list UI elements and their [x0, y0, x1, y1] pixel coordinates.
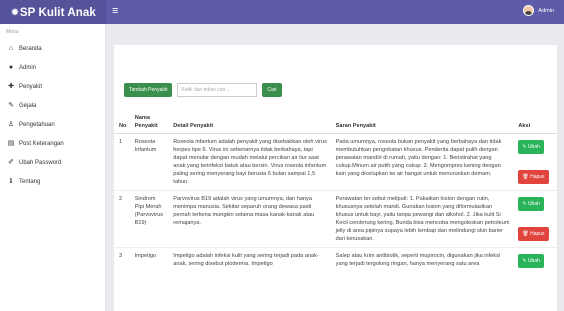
cell-no: 1 [114, 133, 131, 191]
sidebar-item-beranda[interactable]: ⌂ Beranda [0, 39, 105, 58]
cell-saran: Perawatan ter sebut meliputi: 1. Pakaika… [331, 190, 515, 248]
sidebar-item-label: Tentang [19, 178, 41, 185]
edit-label: Ubah [527, 258, 540, 264]
delete-label: Hapus [530, 231, 545, 237]
sidebar-item-label: Admin [19, 64, 37, 71]
search-button[interactable]: Cari [262, 83, 282, 97]
sidebar-item-label: Post Keterangan [19, 140, 64, 147]
cell-nama: Roseola Infantum [130, 133, 170, 191]
toolbar: Tambah Penyakit Ketik dan tekan cari... … [124, 83, 282, 97]
delete-button[interactable]: 🗑 Hapus [518, 227, 549, 241]
menu-toggle-icon[interactable]: ≡ [112, 5, 118, 17]
cell-aksi: ✎ Ubah 🗑 Hapus [514, 190, 557, 248]
sidebar-item-label: Gejala [19, 102, 37, 109]
column-header-nama: Nama Penyakit [130, 111, 170, 134]
cell-aksi: ✎ Ubah [514, 247, 557, 272]
edit-button[interactable]: ✎ Ubah [518, 197, 544, 211]
info-icon: ℹ [9, 177, 13, 185]
edit-button[interactable]: ✎ Ubah [518, 254, 544, 268]
cell-no: 2 [114, 190, 131, 248]
sidebar-item-post-keterangan[interactable]: ▤ Post Keterangan [0, 134, 105, 153]
cell-detail: Parvovirus B19 adalah virus yang umumnya… [169, 190, 332, 248]
disease-icon: ✚ [8, 82, 14, 90]
cell-saran: Pada umumnya, roseola bukan penyakit yan… [331, 133, 515, 191]
sidebar-item-label: Beranda [19, 45, 42, 52]
table-header-row: No Nama Penyakit Detail Penyakit Saran P… [114, 111, 557, 134]
cell-detail: Impetigo adalah infeksi kulit yang serin… [169, 247, 332, 272]
column-header-detail: Detail Penyakit [169, 111, 332, 134]
sidebar-item-label: Ubah Password [19, 159, 62, 166]
top-navbar: ⁕SP Kulit Anak ≡ Admin [0, 0, 564, 24]
sidebar-item-penyakit[interactable]: ✚ Penyakit [0, 77, 105, 96]
user-menu[interactable]: Admin [523, 5, 554, 16]
column-header-saran: Saran Penyakit [331, 111, 515, 134]
user-name: Admin [538, 7, 554, 14]
cell-nama: Impetigo [130, 247, 170, 272]
column-header-aksi: Aksi [514, 111, 557, 134]
sidebar-header: Menu [6, 29, 19, 35]
cell-nama: Sindrom Pipi Merah (Parvovirus B19) [130, 190, 170, 248]
edit-icon: ✐ [8, 158, 14, 166]
document-icon: ▤ [7, 139, 15, 147]
cell-no: 3 [114, 247, 131, 272]
delete-label: Hapus [530, 174, 545, 180]
main-panel: Tambah Penyakit Ketik dan tekan cari... … [114, 45, 557, 311]
user-icon: ● [8, 63, 14, 71]
sidebar-item-tentang[interactable]: ℹ Tentang [0, 172, 105, 191]
table-row: 1 Roseola Infantum Roseola infantum adal… [114, 133, 557, 191]
sidebar-item-gejala[interactable]: ✎ Gejala [0, 96, 105, 115]
symptom-icon: ✎ [8, 101, 14, 109]
cell-aksi: ✎ Ubah 🗑 Hapus [514, 133, 557, 191]
edit-label: Ubah [527, 201, 540, 207]
app-brand[interactable]: ⁕SP Kulit Anak [0, 0, 106, 24]
sidebar-item-label: Pengetahuan [19, 121, 55, 128]
edit-label: Ubah [527, 144, 540, 150]
knowledge-icon: ♙ [7, 120, 15, 128]
sidebar-item-ubah-password[interactable]: ✐ Ubah Password [0, 153, 105, 172]
cell-saran: Salep atau krim antibiotik, seperti mupi… [331, 247, 515, 272]
sidebar-item-pengetahuan[interactable]: ♙ Pengetahuan [0, 115, 105, 134]
search-placeholder: Ketik dan tekan cari... [181, 87, 230, 93]
delete-button[interactable]: 🗑 Hapus [518, 170, 549, 184]
disease-table: No Nama Penyakit Detail Penyakit Saran P… [114, 111, 557, 272]
sidebar: Menu ⌂ Beranda ● Admin ✚ Penyakit ✎ Gejala ♙… [0, 24, 106, 311]
table-row: 2 Sindrom Pipi Merah (Parvovirus B19) Pa… [114, 190, 557, 248]
search-input[interactable]: Ketik dan tekan cari... [177, 83, 258, 97]
sidebar-item-admin[interactable]: ● Admin [0, 58, 105, 77]
table-row: 3 Impetigo Impetigo adalah infeksi kulit… [114, 247, 557, 272]
avatar [523, 5, 535, 16]
sidebar-item-label: Penyakit [19, 83, 43, 90]
column-header-no: No [114, 111, 131, 134]
cell-detail: Roseola infantum adalah penyakit yang di… [169, 133, 332, 191]
home-icon: ⌂ [8, 44, 14, 52]
edit-button[interactable]: ✎ Ubah [518, 140, 544, 154]
add-disease-button[interactable]: Tambah Penyakit [124, 83, 173, 97]
